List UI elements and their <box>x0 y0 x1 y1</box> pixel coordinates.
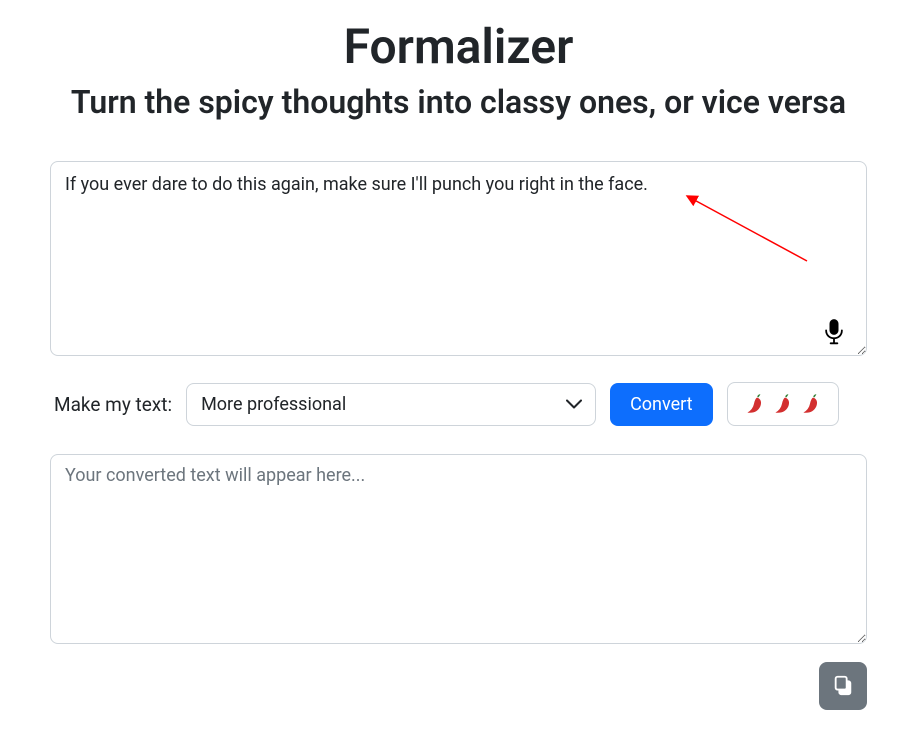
pepper-icon <box>742 391 768 417</box>
input-textarea[interactable] <box>50 161 867 356</box>
controls-row: Make my text: More professional Convert <box>50 382 867 426</box>
copy-row <box>50 662 867 710</box>
microphone-icon[interactable] <box>825 318 843 342</box>
pepper-icon <box>770 391 796 417</box>
page-title: Formalizer <box>25 18 892 75</box>
copy-icon <box>832 674 854 699</box>
style-select-wrap: More professional <box>186 383 596 426</box>
page-subtitle: Turn the spicy thoughts into classy ones… <box>25 83 892 121</box>
spicy-level-button[interactable] <box>727 382 839 426</box>
output-textarea[interactable] <box>50 454 867 644</box>
convert-button[interactable]: Convert <box>610 383 713 426</box>
style-label: Make my text: <box>54 393 172 416</box>
input-wrapper <box>50 161 867 360</box>
pepper-icon <box>798 391 824 417</box>
style-select[interactable]: More professional <box>186 383 596 426</box>
copy-button[interactable] <box>819 662 867 710</box>
